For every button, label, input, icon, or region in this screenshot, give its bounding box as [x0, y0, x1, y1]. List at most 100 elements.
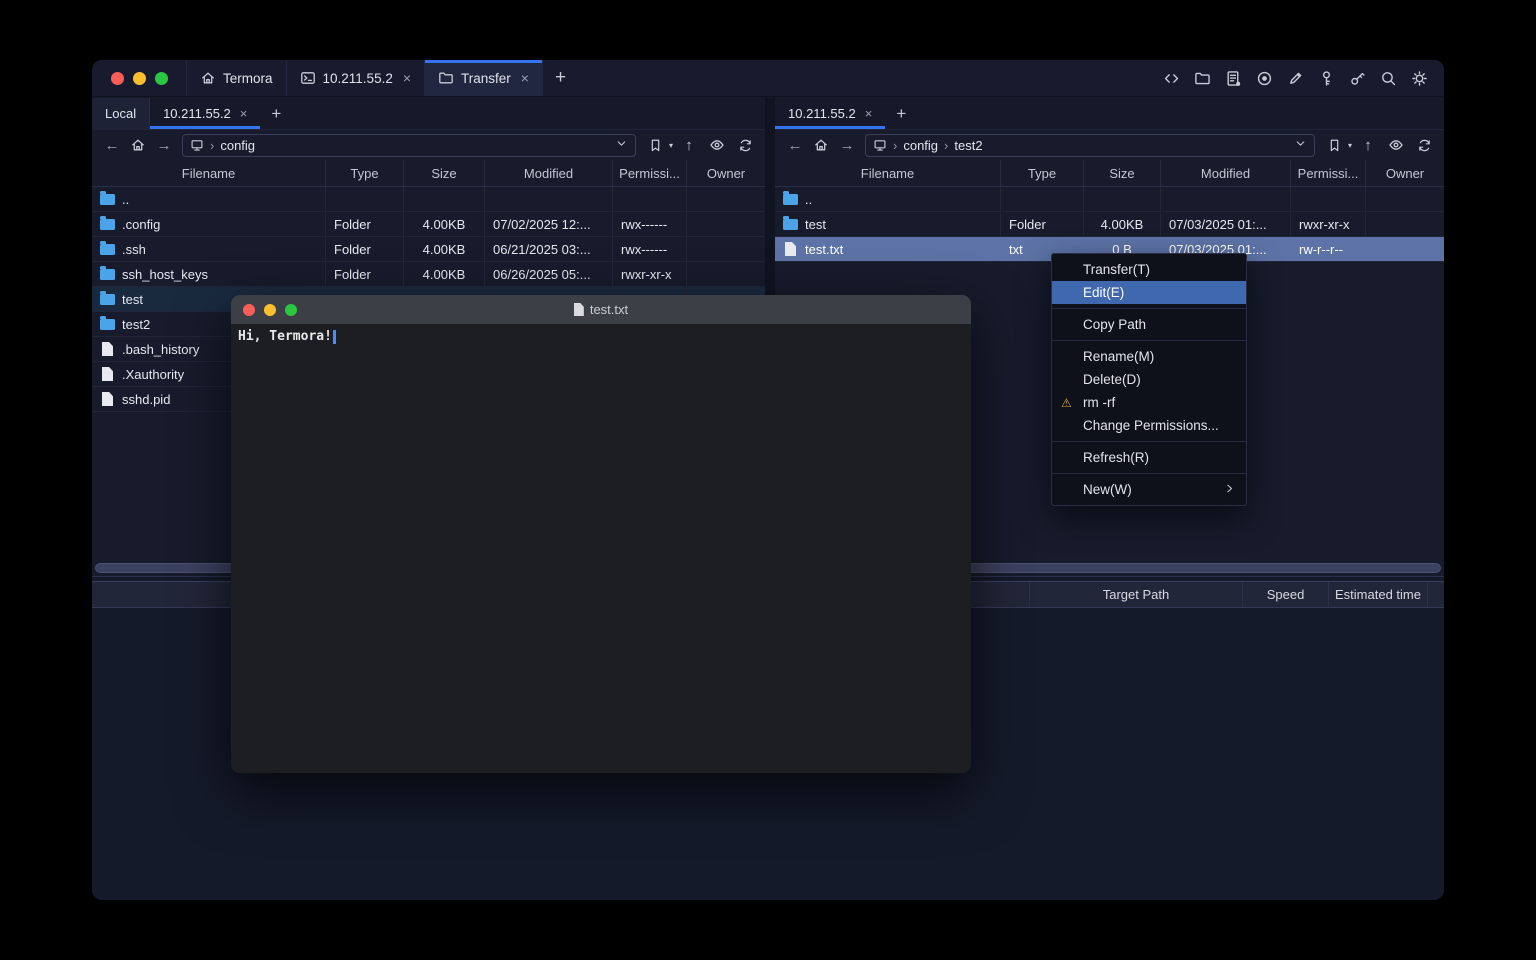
file-permissions — [1290, 187, 1365, 211]
menu-item-transfer[interactable]: Transfer(T) — [1052, 258, 1246, 281]
menu-item-refresh[interactable]: Refresh(R) — [1052, 446, 1246, 469]
column-header-modified[interactable]: Modified — [1160, 160, 1290, 186]
menu-item-copy-path[interactable]: Copy Path — [1052, 313, 1246, 336]
zoom-window-button[interactable] — [155, 72, 168, 85]
zoom-window-button[interactable] — [285, 304, 297, 316]
minimize-window-button[interactable] — [264, 304, 276, 316]
file-modified: 07/03/2025 01:... — [1160, 212, 1290, 236]
close-tab-icon[interactable]: × — [521, 70, 529, 86]
chevron-down-icon — [615, 137, 628, 150]
pencil-icon — [1287, 70, 1304, 87]
text-cursor — [333, 330, 336, 344]
upload-button[interactable]: ↑ — [677, 133, 701, 157]
upload-button[interactable]: ↑ — [1356, 133, 1380, 157]
record-icon — [1256, 70, 1273, 87]
file-owner — [1365, 212, 1444, 236]
table-row[interactable]: .ssh Folder 4.00KB 06/21/2025 03:... rwx… — [92, 237, 765, 262]
new-tab-button[interactable]: + — [543, 60, 578, 96]
minimize-window-button[interactable] — [133, 72, 146, 85]
table-row[interactable]: .. — [92, 187, 765, 212]
keychain-button[interactable] — [1345, 66, 1370, 91]
column-header-permissions[interactable]: Permissi... — [1290, 160, 1365, 186]
refresh-button[interactable] — [733, 133, 757, 157]
path-dropdown-button[interactable] — [615, 137, 628, 153]
sftp-button[interactable] — [1190, 66, 1215, 91]
close-tab-icon[interactable]: × — [403, 70, 411, 86]
settings-button[interactable] — [1407, 66, 1432, 91]
menu-item-rename[interactable]: Rename(M) — [1052, 345, 1246, 368]
close-window-button[interactable] — [243, 304, 255, 316]
menu-item-change-permissions[interactable]: Change Permissions... — [1052, 414, 1246, 437]
editor-text: Hi, Termora! — [238, 329, 332, 344]
edit-button[interactable] — [1283, 66, 1308, 91]
tab-transfer[interactable]: Transfer × — [424, 60, 543, 96]
forward-button[interactable]: → — [152, 133, 176, 157]
column-header-filename[interactable]: Filename — [775, 160, 1000, 186]
table-row[interactable]: test Folder 4.00KB 07/03/2025 01:... rwx… — [775, 212, 1444, 237]
close-tab-icon[interactable]: × — [865, 106, 873, 121]
macro-record-button[interactable] — [1252, 66, 1277, 91]
keys-button[interactable] — [1314, 66, 1339, 91]
column-header-owner[interactable]: Owner — [686, 160, 765, 186]
right-tab-host[interactable]: 10.211.55.2 × — [775, 98, 885, 129]
menu-item-edit[interactable]: Edit(E) — [1052, 281, 1246, 304]
editor-titlebar[interactable]: test.txt — [231, 295, 971, 324]
column-header-size[interactable]: Size — [403, 160, 484, 186]
left-new-tab-button[interactable]: + — [260, 98, 292, 129]
menu-item-new[interactable]: New(W) — [1052, 478, 1246, 501]
bookmark-dropdown-button[interactable]: ▾ — [1348, 141, 1352, 150]
column-header-type[interactable]: Type — [1000, 160, 1083, 186]
folder-icon — [100, 269, 115, 280]
table-row[interactable]: ssh_host_keys Folder 4.00KB 06/26/2025 0… — [92, 262, 765, 287]
column-header-owner[interactable]: Owner — [1365, 160, 1444, 186]
show-hidden-button[interactable] — [1384, 133, 1408, 157]
column-header-modified[interactable]: Modified — [484, 160, 612, 186]
tab-termora[interactable]: Termora — [186, 60, 286, 96]
column-header-target-path[interactable]: Target Path — [1030, 582, 1243, 607]
right-path-field[interactable]: › config › test2 — [865, 134, 1315, 157]
forward-button[interactable]: → — [835, 133, 859, 157]
path-dropdown-button[interactable] — [1294, 137, 1307, 153]
back-button[interactable]: ← — [100, 133, 124, 157]
file-modified: 06/21/2025 03:... — [484, 237, 612, 261]
file-name: ssh_host_keys — [122, 267, 208, 282]
table-row[interactable]: .config Folder 4.00KB 07/02/2025 12:... … — [92, 212, 765, 237]
breadcrumb-segment[interactable]: test2 — [954, 138, 982, 153]
tab-host[interactable]: 10.211.55.2 × — [286, 60, 425, 96]
left-path-field[interactable]: › config — [182, 134, 636, 157]
code-snippets-button[interactable] — [1159, 66, 1184, 91]
column-header-permissions[interactable]: Permissi... — [612, 160, 686, 186]
traffic-lights — [92, 60, 186, 96]
home-button[interactable] — [809, 133, 833, 157]
terminal-icon — [300, 70, 316, 86]
computer-icon — [190, 138, 204, 152]
eye-icon — [1388, 137, 1404, 153]
gear-icon — [1411, 70, 1428, 87]
column-header-speed[interactable]: Speed — [1243, 582, 1329, 607]
log-button[interactable] — [1221, 66, 1246, 91]
search-button[interactable] — [1376, 66, 1401, 91]
bookmark-button[interactable] — [644, 133, 668, 157]
close-tab-icon[interactable]: × — [240, 106, 248, 121]
file-modified — [1160, 187, 1290, 211]
breadcrumb-segment[interactable]: config — [903, 138, 938, 153]
refresh-button[interactable] — [1412, 133, 1436, 157]
bookmark-button[interactable] — [1323, 133, 1347, 157]
menu-item-delete[interactable]: Delete(D) — [1052, 368, 1246, 391]
menu-item-rm-rf[interactable]: ⚠ rm -rf — [1052, 391, 1246, 414]
bookmark-dropdown-button[interactable]: ▾ — [669, 141, 673, 150]
breadcrumb-segment[interactable]: config — [220, 138, 255, 153]
column-header-size[interactable]: Size — [1083, 160, 1160, 186]
column-header-filename[interactable]: Filename — [92, 160, 325, 186]
right-new-tab-button[interactable]: + — [885, 98, 917, 129]
table-row[interactable]: .. — [775, 187, 1444, 212]
show-hidden-button[interactable] — [705, 133, 729, 157]
left-tab-host[interactable]: 10.211.55.2 × — [150, 98, 260, 129]
editor-content[interactable]: Hi, Termora! — [231, 324, 971, 773]
back-button[interactable]: ← — [783, 133, 807, 157]
column-header-estimated-time[interactable]: Estimated time — [1329, 582, 1428, 607]
left-tab-local[interactable]: Local — [92, 98, 150, 129]
home-button[interactable] — [126, 133, 150, 157]
column-header-type[interactable]: Type — [325, 160, 403, 186]
close-window-button[interactable] — [111, 72, 124, 85]
